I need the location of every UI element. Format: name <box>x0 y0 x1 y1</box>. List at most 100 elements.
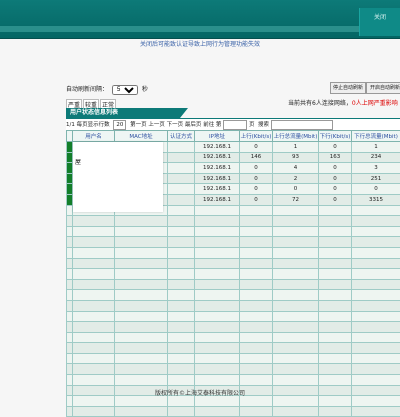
table-row[interactable] <box>67 364 400 375</box>
table-cell-down-total: 234 <box>352 152 400 163</box>
table-cell-up <box>240 396 273 407</box>
table-cell-auth <box>168 152 195 163</box>
table-cell-up <box>240 226 273 237</box>
table-cell-auth <box>168 184 195 195</box>
last-page-link[interactable]: 最后页 <box>185 122 202 128</box>
table-row[interactable] <box>67 247 400 258</box>
table-row[interactable] <box>67 237 400 248</box>
table-cell-down <box>319 226 352 237</box>
table-cell-auth <box>168 237 195 248</box>
banner-stripe <box>0 26 400 32</box>
table-cell-down <box>319 343 352 354</box>
overlay-row <box>73 170 163 184</box>
table-cell-up: 0 <box>240 142 273 153</box>
start-refresh-button[interactable]: 开启自动刷新 <box>366 82 400 94</box>
table-cell-up-total: 72 <box>273 194 319 205</box>
table-cell-down-total <box>352 311 400 322</box>
table-cell-up: 146 <box>240 152 273 163</box>
close-tab[interactable]: 关闭 <box>359 8 400 36</box>
table-cell-ip <box>195 269 240 280</box>
table-cell-ip <box>195 279 240 290</box>
column-header[interactable]: 用户名 <box>73 131 115 142</box>
table-cell-mac <box>115 322 168 333</box>
table-cell-auth <box>168 396 195 407</box>
table-row[interactable] <box>67 322 400 333</box>
refresh-interval-select[interactable]: 5 <box>112 85 138 95</box>
table-row[interactable] <box>67 343 400 354</box>
table-cell-down: 0 <box>319 173 352 184</box>
column-header[interactable]: 下行总流量(Mbit) <box>352 131 400 142</box>
table-cell-auth <box>168 406 195 417</box>
table-cell-down <box>319 279 352 290</box>
table-row[interactable] <box>67 300 400 311</box>
table-cell-auth <box>168 194 195 205</box>
table-cell-up <box>240 364 273 375</box>
page-number-input[interactable] <box>223 120 247 130</box>
table-cell-up-total <box>273 237 319 248</box>
table-cell-auth <box>168 142 195 153</box>
table-cell-down <box>319 205 352 216</box>
table-cell-down-total <box>352 258 400 269</box>
table-cell-up-total <box>273 332 319 343</box>
column-header[interactable]: 下行(Kbit/s) <box>319 131 352 142</box>
table-cell-up: 0 <box>240 194 273 205</box>
search-input[interactable] <box>271 120 333 130</box>
table-row[interactable] <box>67 279 400 290</box>
table-cell-auth <box>168 375 195 386</box>
column-header[interactable]: 上行总流量(Mbit) <box>273 131 319 142</box>
table-cell-down-total: 0 <box>352 184 400 195</box>
table-row[interactable] <box>67 290 400 301</box>
table-cell-down <box>319 258 352 269</box>
table-cell-down: 0 <box>319 194 352 205</box>
table-cell-up <box>240 269 273 280</box>
column-header[interactable]: MAC地址 <box>115 131 168 142</box>
table-cell-down-total <box>352 364 400 375</box>
table-row[interactable] <box>67 216 400 227</box>
table-cell-up: 0 <box>240 184 273 195</box>
column-header[interactable]: IP地址 <box>195 131 240 142</box>
table-row[interactable] <box>67 406 400 417</box>
table-cell-mac <box>115 375 168 386</box>
table-cell-ip <box>195 322 240 333</box>
stop-refresh-button[interactable]: 停止自动刷新 <box>330 82 366 94</box>
per-page-select[interactable]: 20 <box>113 120 126 130</box>
table-cell-ip: 192.168.1 <box>195 163 240 174</box>
table-cell-ip <box>195 300 240 311</box>
table-row[interactable] <box>67 332 400 343</box>
table-row[interactable] <box>67 226 400 237</box>
table-cell-user <box>73 237 115 248</box>
table-cell-ip <box>195 247 240 258</box>
table-cell-auth <box>168 205 195 216</box>
column-header[interactable]: 上行(Kbit/s) <box>240 131 273 142</box>
first-page-link[interactable]: 第一页 <box>130 122 147 128</box>
table-row[interactable] <box>67 375 400 386</box>
table-cell-mac <box>115 258 168 269</box>
per-page-label: 每页显示行数 <box>77 122 110 128</box>
prev-page-link[interactable]: 上一页 <box>148 122 165 128</box>
table-cell-up-total: 93 <box>273 152 319 163</box>
table-row[interactable] <box>67 396 400 407</box>
table-cell-ip <box>195 237 240 248</box>
next-page-link[interactable]: 下一页 <box>167 122 184 128</box>
table-cell-auth <box>168 322 195 333</box>
table-header: 用户名 MAC地址 认证方式 IP地址 上行(Kbit/s) 上行总流量(Mbi… <box>67 131 400 142</box>
column-header[interactable]: 认证方式 <box>168 131 195 142</box>
table-cell-ip <box>195 290 240 301</box>
table-row[interactable] <box>67 258 400 269</box>
table-cell-mac <box>115 332 168 343</box>
table-cell-up <box>240 406 273 417</box>
table-cell-down-total <box>352 332 400 343</box>
table-cell-down <box>319 269 352 280</box>
table-row[interactable] <box>67 311 400 322</box>
table-cell-down-total: 1 <box>352 142 400 153</box>
list-title: 用户状态信息列表 <box>66 108 180 118</box>
table-cell-down-total <box>352 322 400 333</box>
table-cell-down-total <box>352 353 400 364</box>
overlay-row <box>73 198 163 212</box>
table-row[interactable] <box>67 353 400 364</box>
table-row[interactable] <box>67 269 400 280</box>
table-cell-down <box>319 375 352 386</box>
overlay-row <box>73 142 163 156</box>
goto-label: 前往 第 <box>203 122 221 128</box>
table-cell-auth <box>168 343 195 354</box>
